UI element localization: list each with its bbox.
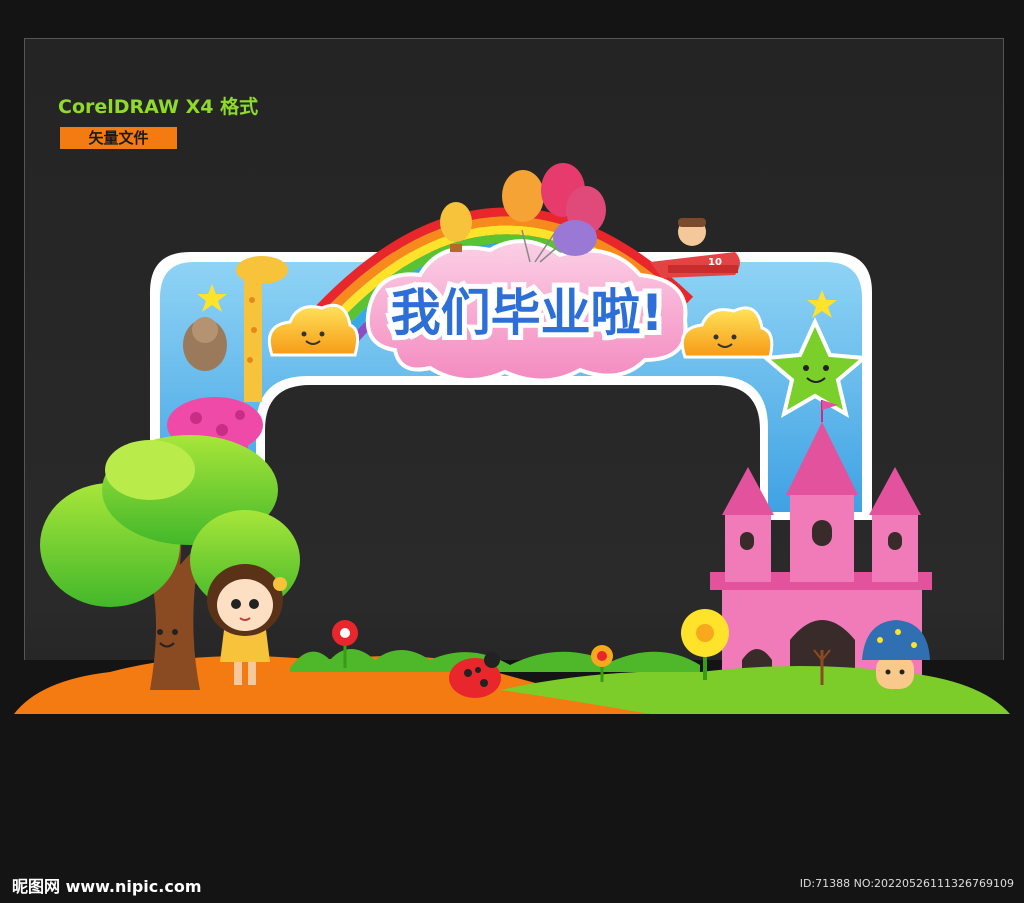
plane-number: 10 bbox=[708, 257, 722, 268]
image-id: ID:71388 NO:20220526111326769109 bbox=[799, 877, 1014, 890]
graduation-arch-illustration: 我们毕业啦! 我们毕业啦! 10 bbox=[14, 163, 1010, 714]
banner-title: 我们毕业啦! bbox=[391, 284, 664, 342]
airplane-pilot: 10 bbox=[650, 218, 740, 278]
hot-air-balloon-icon bbox=[440, 202, 472, 242]
hair-flower-icon bbox=[273, 577, 287, 591]
site-watermark: 昵图网 www.nipic.com bbox=[12, 877, 202, 896]
balloon-orange bbox=[502, 170, 544, 222]
balloon-purple bbox=[553, 220, 597, 256]
